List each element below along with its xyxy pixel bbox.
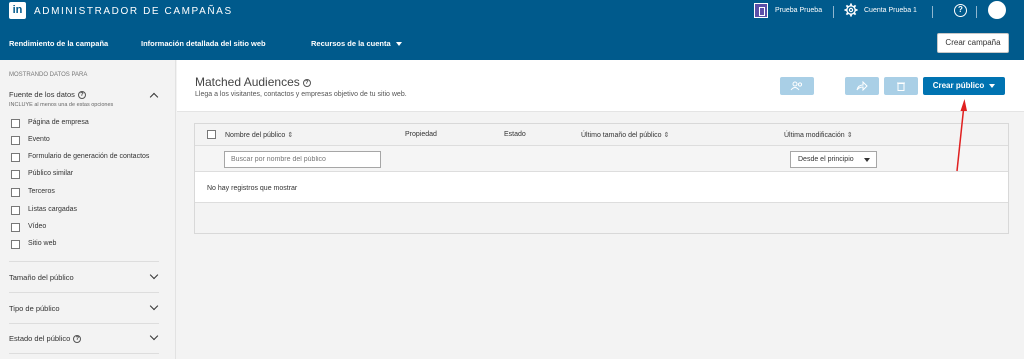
date-range-select[interactable]: Desde el principio [790,151,877,168]
checkbox-label: Listas cargadas [28,206,78,213]
checkbox-label: Sitio web [28,240,57,247]
checkbox-label: Vídeo [28,223,47,230]
column-last-size-label: Último tamaño del público [581,132,662,139]
account-name[interactable]: Prueba Prueba [775,7,822,14]
chevron-up-icon[interactable] [149,92,159,102]
page-subtitle: Llega a los visitantes, contactos y empr… [195,91,407,98]
divider [976,6,977,18]
showing-data-label: Mostrando datos para [9,72,88,78]
nav-campaign-performance[interactable]: Rendimiento de la campaña [9,39,108,48]
column-ownership: Propiedad [405,131,437,138]
column-last-size[interactable]: Último tamaño del público ⇕ [581,131,669,139]
empty-state-row: No hay registros que mostrar [195,172,1008,203]
date-range-value: Desde el principio [798,156,854,163]
column-last-modified-label: Última modificación [784,132,845,139]
caret-down-icon [989,83,996,88]
filter-row: Desde el principio [195,146,1008,172]
nav-bar: Rendimiento de la campaña Información de… [0,24,1024,60]
caret-down-icon [395,42,402,47]
page-header: Matched Audiences? Llega a los visitante… [177,60,1024,112]
info-icon[interactable]: ? [302,78,311,87]
column-last-modified[interactable]: Última modificación ⇕ [784,131,853,139]
section-audience-type[interactable]: Tipo de público [9,304,60,313]
checkbox-label: Formulario de generación de contactos [28,153,150,160]
checkbox[interactable] [11,188,20,197]
divider [9,261,159,262]
gear-icon[interactable] [844,3,858,17]
checkbox-label: Evento [28,136,50,143]
data-source-header[interactable]: Fuente de los datos? [9,90,86,100]
select-all-checkbox[interactable] [207,130,216,139]
share-arrow-icon [856,80,868,92]
section-audience-status[interactable]: Estado del público? [9,334,82,344]
forward-button[interactable] [845,77,879,95]
checkbox[interactable] [11,206,20,215]
column-name[interactable]: Nombre del público ⇕ [225,131,293,139]
info-icon[interactable]: ? [77,91,86,100]
nav-website-insights[interactable]: Información detallada del sitio web [141,39,266,48]
checkbox[interactable] [11,170,20,179]
page-title: Matched Audiences? [195,75,311,89]
avatar[interactable] [988,1,1006,19]
checkbox-label: Página de empresa [28,119,89,126]
data-source-title: Fuente de los datos [9,90,75,99]
checkbox-label: Público similar [28,170,74,177]
sort-icon: ⇕ [663,132,670,139]
info-icon[interactable]: ? [73,335,82,344]
trash-icon [897,82,905,91]
divider [932,6,933,18]
table-header: Nombre del público ⇕ Propiedad Estado Últ… [195,124,1008,146]
page-title-text: Matched Audiences [195,75,300,89]
chevron-down-icon[interactable] [149,301,159,311]
section-audience-status-label: Estado del público [9,334,71,343]
checkbox[interactable] [11,136,20,145]
divider [833,6,834,18]
search-input[interactable] [224,151,381,168]
chevron-down-icon[interactable] [149,331,159,341]
people-icon [790,81,803,91]
data-source-hint: INCLUYE al menos una de estas opciones [9,102,114,108]
divider [9,292,159,293]
caret-down-icon [864,158,870,162]
app-title: Administrador de campañas [34,6,233,17]
checkbox[interactable] [11,240,20,249]
section-audience-size[interactable]: Tamaño del público [9,273,74,282]
create-audience-label: Crear público [932,81,985,90]
table-footer [195,203,1008,233]
column-status: Estado [504,131,526,138]
share-audience-button[interactable] [780,77,814,95]
filter-sidebar: Mostrando datos para Fuente de los datos… [0,60,176,359]
help-icon[interactable]: ? [954,4,967,17]
create-audience-button[interactable]: Crear público [923,77,1005,95]
create-campaign-button[interactable]: Crear campaña [937,33,1009,53]
account-menu[interactable]: Cuenta Prueba 1 [864,7,917,14]
top-bar: in Administrador de campañas Prueba Prue… [0,0,1024,24]
empty-state-message: No hay registros que mostrar [207,185,298,192]
audience-table: Nombre del público ⇕ Propiedad Estado Últ… [194,123,1009,234]
checkbox[interactable] [11,223,20,232]
nav-account-assets[interactable]: Recursos de la cuenta [311,39,402,48]
chevron-down-icon[interactable] [149,270,159,280]
linkedin-logo[interactable]: in [9,2,26,19]
delete-button[interactable] [884,77,918,95]
sort-icon: ⇕ [846,132,853,139]
divider [9,323,159,324]
checkbox[interactable] [11,119,20,128]
checkbox[interactable] [11,153,20,162]
nav-account-assets-label: Recursos de la cuenta [311,39,391,48]
column-name-label: Nombre del público [225,132,286,139]
sort-icon: ⇕ [287,132,294,139]
checkbox-label: Terceros [28,188,55,195]
divider [9,353,159,354]
account-icon[interactable] [754,3,768,18]
